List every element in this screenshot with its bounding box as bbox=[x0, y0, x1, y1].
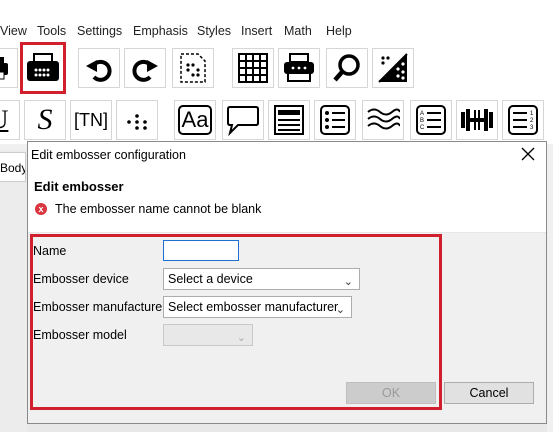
transcriber-note-button[interactable]: [TN] bbox=[70, 100, 112, 140]
status-area bbox=[27, 424, 547, 432]
menu-tools[interactable]: Tools bbox=[37, 24, 66, 38]
bullet-list-button[interactable] bbox=[314, 100, 356, 140]
printer-button[interactable] bbox=[0, 48, 18, 88]
translate-button[interactable] bbox=[372, 48, 414, 88]
embosser-device-button[interactable] bbox=[278, 48, 320, 88]
embosser-device-icon bbox=[284, 53, 314, 82]
chevron-down-icon: ⌄ bbox=[236, 332, 246, 344]
speech-bubble-button[interactable] bbox=[222, 100, 264, 140]
emboss-button[interactable] bbox=[20, 42, 66, 94]
braille-dots-button[interactable] bbox=[116, 100, 158, 140]
search-icon bbox=[333, 54, 360, 82]
chevron-down-icon: ⌄ bbox=[343, 276, 353, 288]
error-icon: x bbox=[35, 203, 47, 215]
menu-emphasis[interactable]: Emphasis bbox=[133, 24, 188, 38]
grid-icon bbox=[238, 53, 268, 83]
embosser-device-value: Select a device bbox=[168, 272, 253, 286]
embosser-device-label: Embosser device bbox=[33, 272, 129, 286]
menu-insert[interactable]: Insert bbox=[241, 24, 272, 38]
printer-icon bbox=[0, 57, 8, 80]
heading-icon bbox=[274, 105, 304, 135]
close-icon[interactable] bbox=[520, 146, 536, 162]
font-style-icon: Aa bbox=[177, 105, 213, 135]
edit-embosser-dialog: Edit embosser configuration Edit embosse… bbox=[27, 141, 547, 424]
embosser-device-select[interactable]: Select a device ⌄ bbox=[163, 268, 360, 290]
embosser-model-label: Embosser model bbox=[33, 328, 127, 342]
abc-list-button[interactable]: ABC bbox=[410, 100, 452, 140]
menu-view[interactable]: View bbox=[0, 24, 27, 38]
menu-math[interactable]: Math bbox=[284, 24, 312, 38]
chevron-down-icon: ⌄ bbox=[335, 304, 345, 316]
bullet-list-icon bbox=[320, 105, 350, 135]
translate-icon bbox=[378, 53, 408, 83]
undo-button[interactable] bbox=[78, 48, 120, 88]
underline-button[interactable]: U bbox=[0, 100, 20, 140]
dialog-body: Name Embosser device Select a device ⌄ E… bbox=[28, 233, 546, 423]
toolbar-styles: U S [TN] Aa ABC 123 bbox=[0, 96, 553, 144]
menu-help[interactable]: Help bbox=[326, 24, 352, 38]
toolbar-main bbox=[0, 42, 553, 96]
underline-icon: U bbox=[0, 105, 8, 135]
menu-settings[interactable]: Settings bbox=[77, 24, 122, 38]
script-button[interactable]: S bbox=[24, 100, 66, 140]
embosser-manufacturer-select[interactable]: Select embosser manufacturer ⌄ bbox=[163, 296, 352, 318]
braille-page-button[interactable] bbox=[172, 48, 214, 88]
abc-list-icon: ABC bbox=[416, 105, 446, 135]
embosser-icon bbox=[27, 53, 59, 81]
script-icon: S bbox=[37, 103, 53, 136]
embosser-manufacturer-value: Select embosser manufacturer bbox=[168, 300, 339, 314]
transcriber-note-icon: [TN] bbox=[74, 109, 108, 130]
numbered-list-button[interactable]: 123 bbox=[502, 100, 544, 140]
menu-bar: View Tools Settings Emphasis Styles Inse… bbox=[0, 0, 553, 42]
redo-button[interactable] bbox=[124, 48, 166, 88]
dialog-heading: Edit embosser bbox=[34, 179, 124, 194]
document-pane bbox=[0, 150, 27, 432]
table-grid-button[interactable] bbox=[232, 48, 274, 88]
name-label: Name bbox=[33, 244, 67, 258]
barbell-icon bbox=[461, 109, 493, 131]
svg-text:B: B bbox=[420, 118, 424, 124]
menu-styles[interactable]: Styles bbox=[197, 24, 231, 38]
dialog-title: Edit embosser configuration bbox=[31, 148, 186, 162]
undo-icon bbox=[86, 59, 112, 82]
svg-text:A: A bbox=[420, 111, 424, 117]
search-button[interactable] bbox=[326, 48, 368, 88]
heading-button[interactable] bbox=[268, 100, 310, 140]
cancel-button[interactable]: Cancel bbox=[444, 382, 534, 404]
braille-dots-icon bbox=[127, 114, 147, 130]
dialog-header: Edit embosser x The embosser name cannot… bbox=[28, 168, 546, 233]
style-tab-body[interactable]: Body bbox=[0, 152, 26, 182]
svg-text:C: C bbox=[420, 125, 425, 131]
redo-icon bbox=[132, 59, 158, 82]
embosser-manufacturer-label: Embosser manufacturer bbox=[33, 300, 167, 314]
font-style-button[interactable]: Aa bbox=[174, 100, 216, 140]
braille-page-icon bbox=[180, 53, 206, 83]
error-message: The embosser name cannot be blank bbox=[55, 202, 262, 216]
speech-bubble-icon bbox=[227, 106, 259, 136]
numbered-list-icon: 123 bbox=[508, 105, 538, 135]
wave-button[interactable] bbox=[362, 100, 404, 140]
embosser-model-select[interactable]: ⌄ bbox=[163, 324, 253, 346]
ok-button[interactable]: OK bbox=[346, 382, 436, 404]
name-input[interactable] bbox=[163, 240, 239, 261]
wave-icon bbox=[367, 108, 400, 130]
barbell-button[interactable] bbox=[456, 100, 498, 140]
